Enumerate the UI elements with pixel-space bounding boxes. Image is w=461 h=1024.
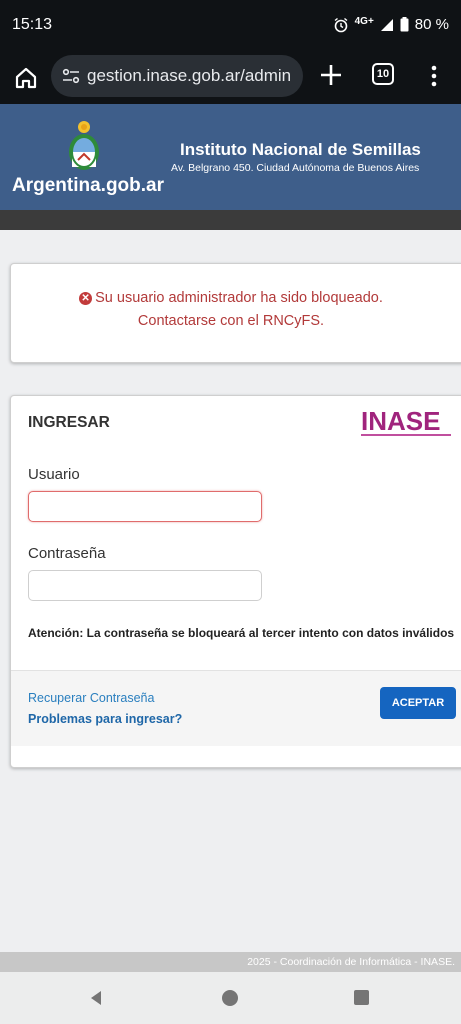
- inase-logo-text: INASE: [361, 406, 440, 436]
- signal-icon: [380, 18, 393, 31]
- battery-percent: 80 %: [414, 16, 449, 33]
- institute-address: Av. Belgrano 450. Ciudad Autónoma de Bue…: [171, 162, 420, 174]
- home-icon[interactable]: [12, 64, 40, 92]
- browser-toolbar: gestion.inase.gob.ar/admin 10: [0, 52, 461, 104]
- battery-icon: [400, 17, 409, 32]
- brand-name[interactable]: Argentina.gob.ar: [12, 175, 164, 197]
- login-panel: INGRESAR INASE Usuario Contraseña Atenci…: [10, 395, 461, 768]
- recover-password-link[interactable]: Recuperar Contraseña: [28, 691, 154, 705]
- login-problems-link[interactable]: Problemas para ingresar?: [28, 712, 182, 726]
- system-nav-bar: [0, 972, 461, 1024]
- new-tab-icon[interactable]: [318, 62, 344, 88]
- home-circle-icon[interactable]: [222, 990, 238, 1006]
- status-time: 15:13: [12, 16, 53, 33]
- tab-count: 10: [376, 68, 390, 80]
- site-header: Argentina.gob.ar Instituto Nacional de S…: [0, 104, 461, 210]
- password-input[interactable]: [28, 570, 262, 601]
- alarm-icon: [334, 17, 348, 32]
- status-bar: 15:13 4G+ 80 %: [0, 0, 461, 52]
- site-settings-icon[interactable]: [61, 66, 81, 86]
- page-footer: 2025 - Coordinación de Informática - INA…: [0, 952, 461, 972]
- password-label: Contraseña: [28, 545, 106, 562]
- header-divider: [0, 210, 461, 230]
- login-footer: Recuperar Contraseña Problemas para ingr…: [11, 670, 461, 746]
- address-bar[interactable]: gestion.inase.gob.ar/admin: [51, 55, 303, 97]
- lockout-warning: Atención: La contraseña se bloqueará al …: [28, 626, 455, 640]
- alert-text-1: Su usuario administrador ha sido bloquea…: [95, 290, 383, 306]
- institute-name: Instituto Nacional de Semillas: [180, 140, 421, 159]
- username-input[interactable]: [28, 491, 262, 522]
- accept-button[interactable]: ACEPTAR: [380, 687, 456, 719]
- tabs-icon[interactable]: 10: [372, 63, 394, 85]
- status-icons: 4G+ 80 %: [333, 16, 449, 33]
- recents-icon[interactable]: [354, 990, 369, 1005]
- alert-message-line2: Contactarse con el RNCyFS.: [137, 313, 325, 329]
- error-icon: ✕: [79, 292, 93, 305]
- username-label: Usuario: [28, 466, 80, 483]
- inase-logo: INASE: [361, 406, 451, 436]
- login-title: INGRESAR: [28, 414, 110, 431]
- network-type: 4G+: [354, 16, 374, 27]
- error-alert: ✕ Su usuario administrador ha sido bloque…: [10, 263, 461, 363]
- more-menu-icon[interactable]: [426, 62, 442, 90]
- alert-message-line1: ✕ Su usuario administrador ha sido bloque…: [11, 290, 451, 306]
- url-text[interactable]: gestion.inase.gob.ar/admin: [87, 66, 291, 86]
- coat-of-arms-icon: [69, 121, 99, 170]
- back-icon[interactable]: [88, 990, 104, 1006]
